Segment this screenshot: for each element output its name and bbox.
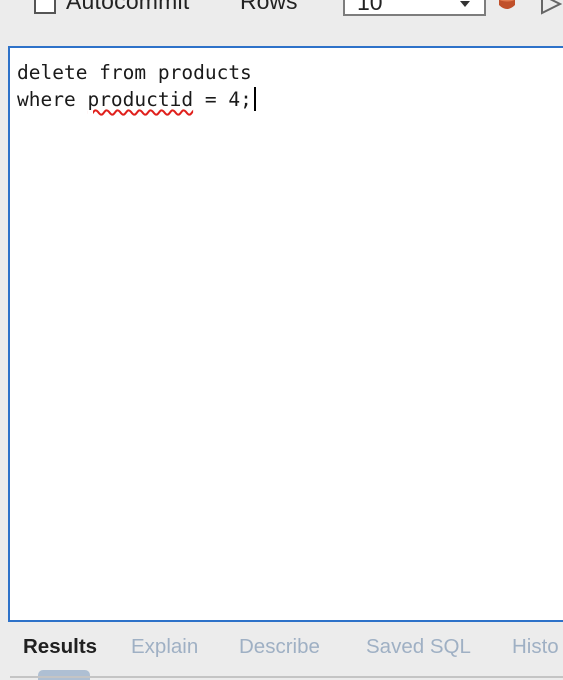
sql-code[interactable]: delete from products where productid = 4… — [17, 59, 256, 113]
code-line-2-rest: = 4; — [193, 88, 252, 111]
autocommit-checkbox[interactable] — [34, 0, 56, 14]
code-line-1: delete from products — [17, 61, 252, 84]
rows-select-value: 10 — [357, 0, 383, 15]
code-line-2-keyword: where — [17, 88, 88, 111]
tab-saved-sql[interactable]: Saved SQL — [366, 635, 471, 659]
tab-explain[interactable]: Explain — [131, 635, 198, 659]
chevron-down-icon — [460, 1, 470, 7]
sql-editor[interactable]: delete from products where productid = 4… — [8, 46, 563, 622]
result-tabs: Results Explain Describe Saved SQL Histo — [0, 622, 563, 680]
toolbar: Autocommit Rows 10 — [0, 0, 563, 46]
run-statement-icon[interactable] — [496, 0, 518, 15]
tab-history[interactable]: Histo — [512, 635, 559, 659]
text-cursor — [253, 87, 256, 111]
toolbar-inner: Autocommit Rows 10 — [0, 0, 563, 18]
rows-select[interactable]: 10 — [343, 0, 486, 16]
active-tab-indicator — [38, 670, 90, 680]
rows-label: Rows — [240, 0, 298, 14]
tab-describe[interactable]: Describe — [239, 635, 320, 659]
explain-icon[interactable] — [538, 0, 563, 17]
misspelled-word[interactable]: productid — [87, 88, 193, 111]
tabs-divider — [10, 676, 563, 678]
autocommit-label: Autocommit — [66, 0, 190, 14]
sql-workshop-page: Autocommit Rows 10 delete from products … — [0, 0, 563, 680]
tab-results[interactable]: Results — [23, 635, 97, 659]
